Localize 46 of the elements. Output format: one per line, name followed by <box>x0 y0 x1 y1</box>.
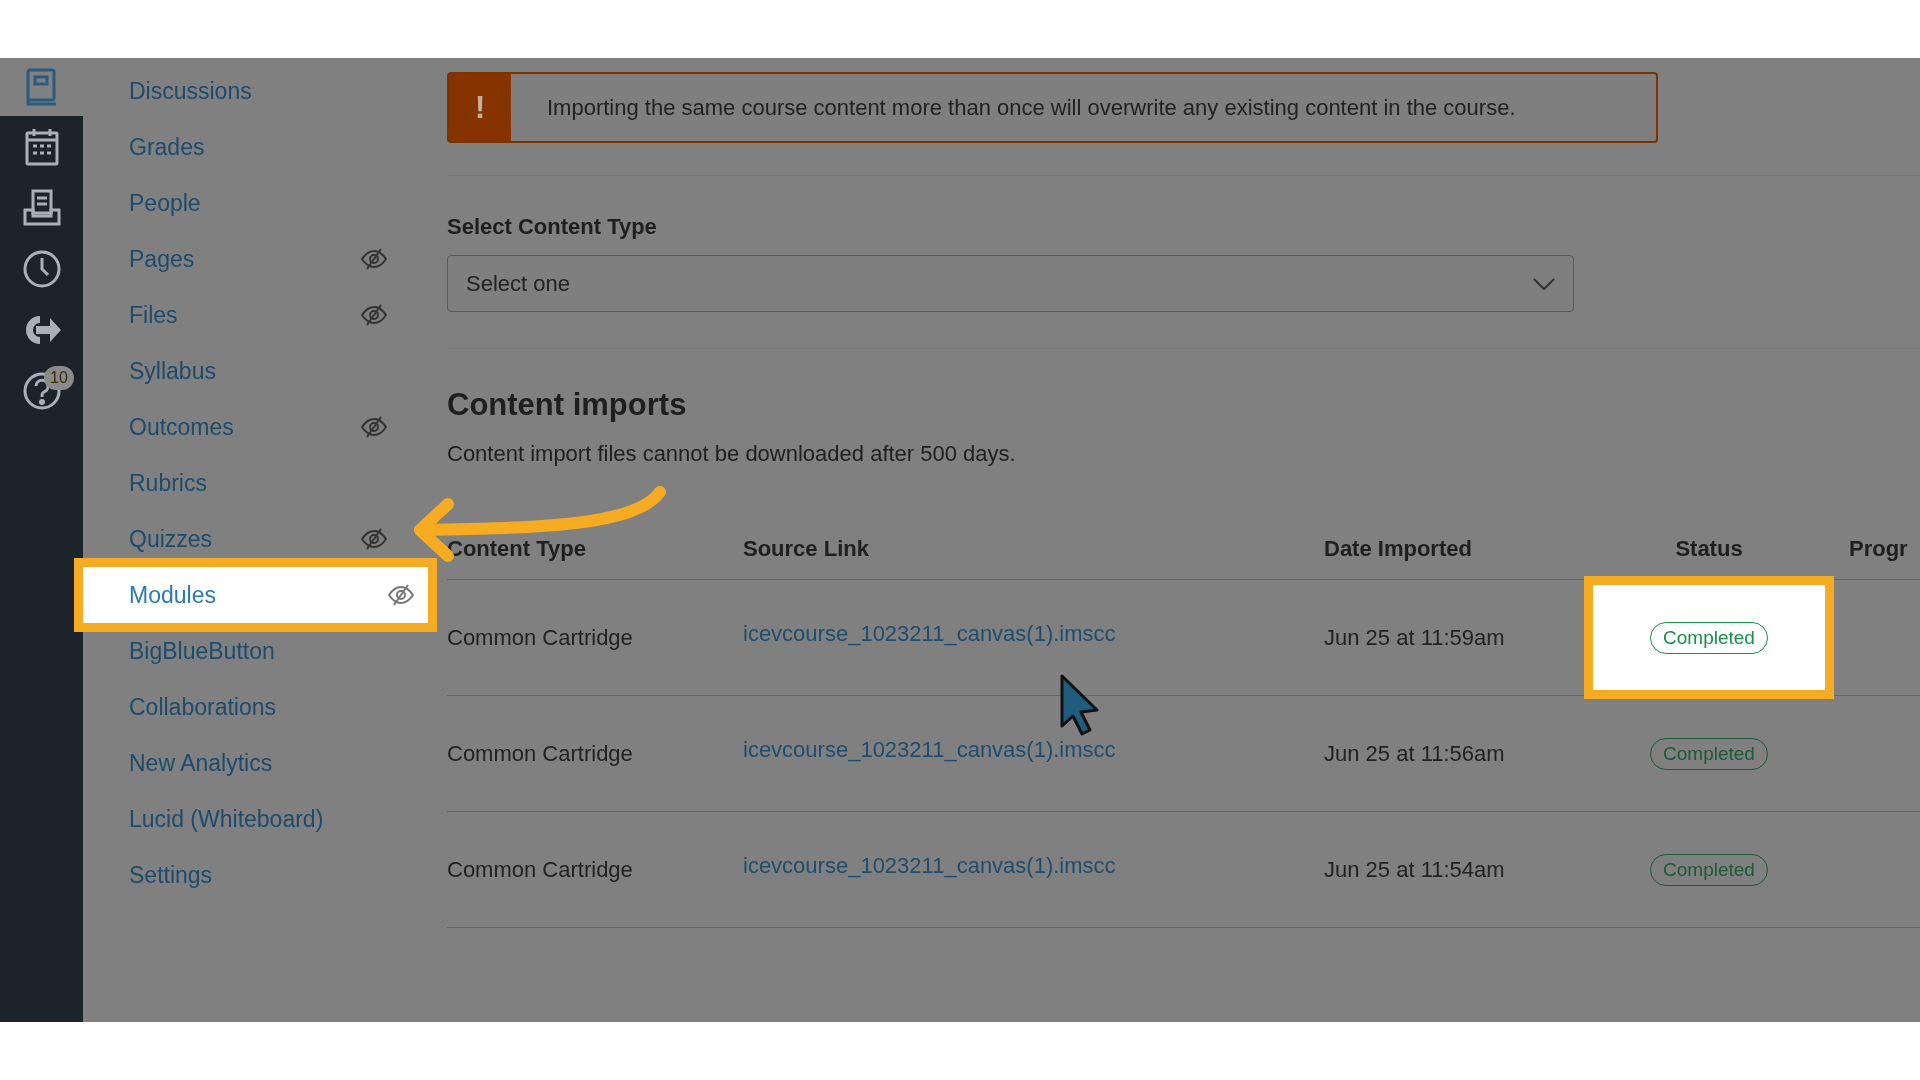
inbox-icon[interactable] <box>21 187 62 228</box>
calendar-icon[interactable] <box>23 126 60 167</box>
column-header: Source Link <box>743 536 869 561</box>
content-type-select[interactable]: Select one <box>447 255 1574 312</box>
course-nav-link[interactable]: Outcomes <box>129 413 234 441</box>
chevron-down-icon <box>1533 277 1555 290</box>
table-cell: Common Cartridge <box>447 624 633 650</box>
mouse-cursor-icon <box>1060 674 1099 736</box>
table-cell: Common Cartridge <box>447 740 633 766</box>
course-nav-link[interactable]: Modules <box>129 581 216 609</box>
table-cell: Jun 25 at 11:56am <box>1324 740 1505 766</box>
warning-icon: ! <box>449 74 511 141</box>
course-nav-link[interactable]: BigBlueButton <box>129 637 275 665</box>
source-link[interactable]: icevcourse_1023211_canvas(1).imscc <box>743 620 1116 646</box>
column-header: Date Imported <box>1324 536 1472 561</box>
notification-count: 10 <box>44 366 74 390</box>
column-header: Status <box>1675 536 1743 561</box>
course-nav-link[interactable]: New Analytics <box>129 749 273 777</box>
table-cell: Common Cartridge <box>447 856 633 882</box>
course-nav-link[interactable]: Files <box>129 301 178 329</box>
section-heading: Content imports <box>447 387 688 423</box>
course-nav-link[interactable]: Quizzes <box>129 525 213 553</box>
source-link[interactable]: icevcourse_1023211_canvas(1).imscc <box>743 852 1116 878</box>
info-text: Content import files cannot be downloaded after 500 days. <box>447 441 1017 467</box>
warning-message: Importing the same course content more than once will overwrite any existing content in the course. <box>546 94 1516 121</box>
table-cell: Jun 25 at 11:59am <box>1324 624 1505 650</box>
hidden-eye-icon <box>361 304 387 326</box>
clock-icon[interactable] <box>21 248 62 289</box>
course-nav-link[interactable]: Discussions <box>129 77 252 105</box>
course-nav-link[interactable]: Pages <box>129 245 195 273</box>
hidden-eye-icon <box>361 248 387 270</box>
hidden-eye-icon <box>361 528 387 550</box>
course-nav-link[interactable]: Rubrics <box>129 469 207 497</box>
field-label: Select Content Type <box>447 214 658 240</box>
course-nav-link[interactable]: Syllabus <box>129 357 216 385</box>
hidden-eye-icon <box>388 584 414 606</box>
course-nav-link[interactable]: Lucid (Whiteboard) <box>129 805 324 833</box>
course-nav-link[interactable]: People <box>129 189 201 217</box>
course-nav-link[interactable]: Collaborations <box>129 693 277 721</box>
table-cell: Jun 25 at 11:54am <box>1324 856 1505 882</box>
course-nav-link[interactable]: Grades <box>129 133 205 161</box>
column-header: Content Type <box>447 536 586 561</box>
column-header: Progr <box>1849 536 1908 561</box>
course-nav-link[interactable]: Settings <box>129 861 213 889</box>
source-link[interactable]: icevcourse_1023211_canvas(1).imscc <box>743 736 1116 762</box>
hidden-eye-icon <box>361 416 387 438</box>
